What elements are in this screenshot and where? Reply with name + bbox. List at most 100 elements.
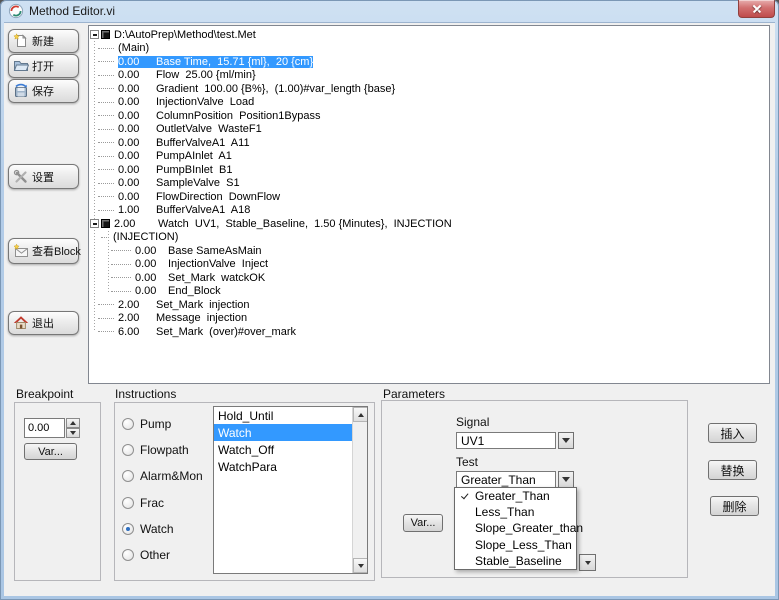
sidebar-button-view-block[interactable]: 查看Block (8, 238, 79, 264)
tree-connector (98, 210, 114, 211)
tree-row[interactable]: 0.00Gradient 100.00 {B%}, (1.00)#var_len… (89, 82, 769, 96)
sidebar-button-label: 查看Block (32, 243, 81, 259)
test-select-arrow-button[interactable] (558, 471, 574, 488)
tree-row-text: BufferValveA1 A11 (156, 137, 250, 149)
down-arrow-icon (562, 477, 570, 482)
down-arrow-icon (70, 431, 76, 435)
replace-button[interactable]: 替换 (708, 460, 757, 480)
tree-row-text: Base SameAsMain (168, 245, 262, 257)
tree-connector (111, 277, 131, 278)
value-select-arrow-button[interactable] (579, 554, 596, 571)
test-dropdown-menu: Greater_ThanLess_ThanSlope_Greater_thanS… (454, 487, 577, 570)
menu-item[interactable]: Slope_Less_Than (455, 537, 576, 553)
tree-row[interactable]: 0.00PumpAInlet A1 (89, 150, 769, 164)
scroll-down-button[interactable] (353, 558, 368, 573)
tree-row[interactable]: 0.00BufferValveA1 A11 (89, 136, 769, 150)
breakpoint-var-button[interactable]: Var... (24, 443, 77, 460)
tree-row[interactable]: 0.00SampleValve S1 (89, 177, 769, 191)
tree-row[interactable]: 0.00InjectionValve Load (89, 96, 769, 110)
tree-row[interactable]: 0.00Base Time, 15.71 {ml}, 20 {cm} (89, 55, 769, 69)
test-select[interactable]: Greater_Than (456, 471, 574, 488)
menu-item[interactable]: Greater_Than (455, 488, 576, 504)
signal-select-value[interactable]: UV1 (456, 432, 556, 449)
listbox-item[interactable]: Watch (214, 424, 367, 441)
radio-frac[interactable]: Frac (122, 496, 164, 510)
collapse-minus-icon[interactable] (90, 30, 99, 39)
radio-flowpath[interactable]: Flowpath (122, 443, 189, 457)
tree-row-text: BufferValveA1 A18 (156, 204, 250, 216)
title-bar: Method Editor.vi (0, 0, 779, 22)
tree-row-text: ColumnPosition Position1Bypass (156, 110, 320, 122)
radio-alarm-mon[interactable]: Alarm&Mon (122, 469, 203, 483)
settings-tools-icon (13, 169, 29, 185)
tree-row[interactable]: 0.00PumpBInlet B1 (89, 163, 769, 177)
tree-connector (98, 169, 114, 170)
tree-row-time: 0.00 (135, 258, 168, 270)
parameters-var-button[interactable]: Var... (403, 514, 443, 532)
sidebar-button-label: 新建 (32, 33, 54, 49)
sidebar-button-save[interactable]: 保存 (8, 79, 79, 103)
menu-item[interactable]: Slope_Greater_than (455, 520, 576, 536)
exit-home-icon (13, 315, 29, 331)
sidebar-button-exit[interactable]: 退出 (8, 311, 79, 335)
collapse-minus-icon[interactable] (90, 219, 99, 228)
tree-row[interactable]: 2.00Message injection (89, 312, 769, 326)
breakpoint-input[interactable] (24, 418, 65, 438)
tree-row[interactable]: 6.00Set_Mark (over)#over_mark (89, 325, 769, 339)
tree-connector (98, 183, 114, 184)
insert-button[interactable]: 插入 (708, 423, 757, 443)
tree-row[interactable]: 2.00Watch UV1, Stable_Baseline, 1.50 {Mi… (89, 217, 769, 231)
test-select-value[interactable]: Greater_Than (456, 471, 556, 488)
sidebar-button-open[interactable]: 打开 (8, 54, 79, 78)
tree-connector (98, 196, 114, 197)
tree-connector-line (94, 41, 95, 332)
menu-item[interactable]: Less_Than (455, 504, 576, 520)
breakpoint-spin-down[interactable] (66, 428, 80, 438)
tree-row-text: OutletValve WasteF1 (156, 123, 262, 135)
tree-row[interactable]: 2.00Set_Mark injection (89, 298, 769, 312)
tree-connector (111, 291, 131, 292)
tree-row[interactable]: 0.00Base SameAsMain (89, 244, 769, 258)
tree-row[interactable]: 0.00OutletValve WasteF1 (89, 123, 769, 137)
radio-watch[interactable]: Watch (122, 522, 174, 536)
radio-pump[interactable]: Pump (122, 417, 171, 431)
signal-select-arrow-button[interactable] (558, 432, 574, 449)
tree-row[interactable]: (INJECTION) (89, 231, 769, 245)
down-arrow-icon (562, 438, 570, 443)
test-label: Test (456, 455, 478, 469)
tree-row[interactable]: 0.00FlowDirection DownFlow (89, 190, 769, 204)
tree-row[interactable]: 1.00BufferValveA1 A18 (89, 204, 769, 218)
tree-row-text: End_Block (168, 285, 221, 297)
tree-row-time: 1.00 (118, 204, 156, 216)
tree-connector (98, 75, 114, 76)
listbox-item[interactable]: WatchPara (214, 458, 367, 475)
sidebar-button-settings[interactable]: 设置 (8, 164, 79, 189)
delete-button[interactable]: 删除 (710, 496, 759, 516)
signal-select[interactable]: UV1 (456, 432, 574, 449)
close-button[interactable] (738, 0, 775, 18)
breakpoint-spin-up[interactable] (66, 418, 80, 428)
tree-connector (98, 88, 114, 89)
tree-connector (98, 318, 114, 319)
listbox-scrollbar[interactable] (352, 407, 367, 573)
listbox-item[interactable]: Hold_Until (214, 407, 367, 424)
tree-row[interactable]: 0.00Set_Mark watckOK (89, 271, 769, 285)
view-block-envelope-icon (13, 243, 29, 259)
sidebar-button-label: 设置 (32, 169, 54, 185)
tree-root-row[interactable]: D:\AutoPrep\Method\test.Met (89, 28, 769, 42)
tree-row[interactable]: 0.00End_Block (89, 285, 769, 299)
breakpoint-spinner (24, 418, 80, 438)
scroll-up-button[interactable] (353, 407, 368, 422)
tree-row[interactable]: 0.00ColumnPosition Position1Bypass (89, 109, 769, 123)
sidebar-button-new[interactable]: 新建 (8, 29, 79, 53)
tree-row[interactable]: (Main) (89, 42, 769, 56)
tree-row-text: Watch UV1, Stable_Baseline, 1.50 {Minute… (158, 218, 452, 230)
tree-row[interactable]: 0.00InjectionValve Inject (89, 258, 769, 272)
menu-item[interactable]: Stable_Baseline (455, 553, 576, 569)
tree-connector (98, 48, 114, 49)
client-area: D:\AutoPrep\Method\test.Met(Main)0.00Bas… (4, 22, 775, 596)
tree-row-time: 0.00 (118, 83, 156, 95)
tree-row[interactable]: 0.00Flow 25.00 {ml/min} (89, 69, 769, 83)
listbox-item[interactable]: Watch_Off (214, 441, 367, 458)
radio-other[interactable]: Other (122, 548, 170, 562)
